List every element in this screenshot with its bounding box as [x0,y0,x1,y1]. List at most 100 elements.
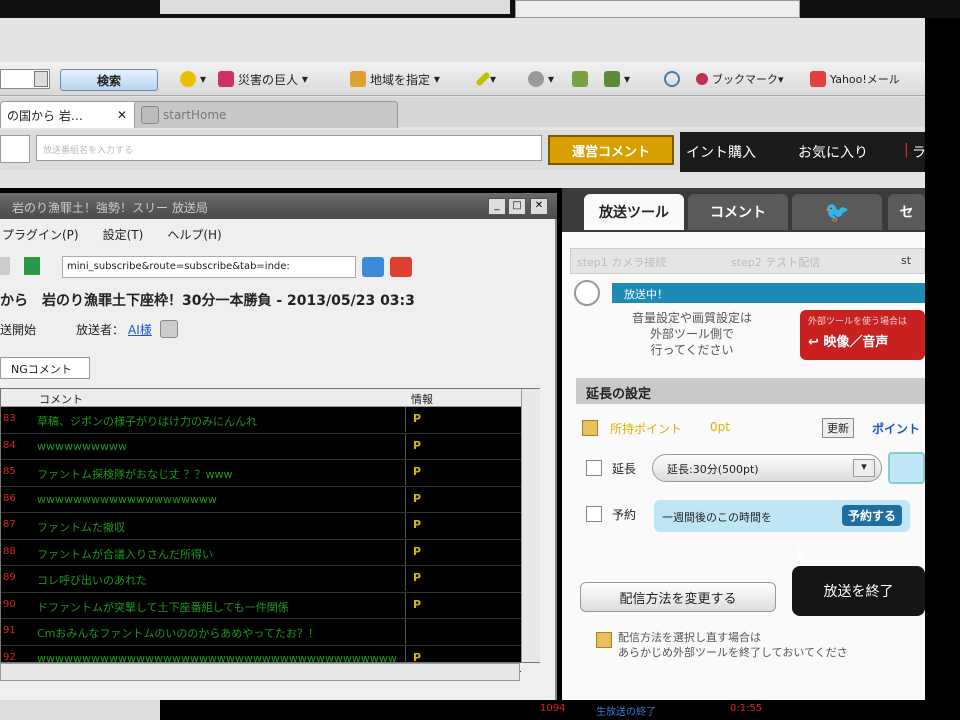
go-icon[interactable] [24,257,40,275]
tab-settings[interactable]: セ [888,194,925,230]
toolbar-tool-c[interactable]: ▾ [604,69,630,89]
column-info[interactable]: 情報 [411,391,433,407]
pen-icon [475,71,491,87]
toolbar-weather[interactable]: ▾ [180,69,206,89]
toolbar-tool-b[interactable] [572,69,592,89]
warning-icon [596,632,612,648]
buy-points-link[interactable]: イント購入 [686,142,756,162]
row-comment: ファントム探検隊がおなじ丈 ？？www [37,468,233,481]
people-icon [528,71,544,87]
row-number: 91 [3,625,16,636]
favorites-link[interactable]: お気に入り [798,142,868,162]
table-row[interactable]: 86 wwwwwwwwwwwwwwwwwwww P [1,486,521,513]
nav-button[interactable] [0,257,10,275]
reserve-checkbox[interactable] [586,506,602,522]
tab-starthome[interactable]: startHome [134,101,398,128]
table-row[interactable]: 83 草稿、ジボンの様子がりはけ力のみにんんれ P [1,407,521,434]
table-row[interactable]: 85 ファントム探検隊がおなじ丈 ？？www P [1,460,521,487]
nav-more-label[interactable]: ラ [912,142,926,162]
viewer-url-input[interactable]: mini_subscribe&route=subscribe&tab=inde: [62,256,356,278]
recycle-icon [572,71,588,87]
table-row[interactable]: 91 Cmおみんなファントムのいののからあめやってたお？！ [1,619,521,646]
extend-apply-button[interactable] [888,452,925,484]
vertical-scrollbar[interactable] [521,389,540,662]
toolbar-region[interactable]: 地域を指定 ▾ [350,69,440,89]
mail-icon [810,71,826,87]
bookmark-menu[interactable]: ブックマーク ▾ [696,69,784,89]
search-button-label: 検索 [96,73,121,88]
method-footnote: 配信方法を選択し直す場合は あらかじめ外部ツールを終了しておいてくださ [618,630,949,670]
menu-settings[interactable]: 設定(T) [103,226,144,243]
column-comment[interactable]: コメント [39,391,83,407]
point-link[interactable]: ポイント [872,420,920,437]
change-method-button[interactable]: 配信方法を変更する [580,582,776,612]
close-button[interactable]: ✕ [530,198,548,215]
highlighter-tool[interactable]: ▾ [475,69,496,89]
broadcast-start: 送開始 [0,322,37,337]
row-info: P [413,597,422,611]
reserve-button[interactable]: 予約する [841,505,902,526]
bottom-window [0,700,160,720]
step-camera[interactable]: step1 カメラ接続 [577,254,666,270]
refresh-button[interactable] [664,69,684,89]
extend-checkbox[interactable] [586,460,602,476]
tab-broadcast-label: 放送ツール [599,205,669,221]
row-number: 92 [3,651,16,663]
row-comment: ドファントムが突撃して土下座番組しても一件関係 [37,600,289,614]
table-row[interactable]: 89 コレ呼び出いのあれた P [1,566,521,593]
comment-input[interactable]: 放送番組名を入力する [36,135,542,161]
search-dropdown-button[interactable] [34,71,48,87]
external-av-button[interactable]: 外部ツールを使う場合は ↩ 映像／音声 [800,310,925,360]
site-nav: イント購入 お気に入り | ラ [680,132,926,172]
end-broadcast-button[interactable]: 放送を終了 [792,566,925,616]
onair-mascot-icon [574,280,600,306]
step-test[interactable]: step2 テスト配信 [731,254,820,270]
tab-comment[interactable]: コメント [688,194,788,230]
points-value: 0pt [710,420,730,434]
table-row[interactable]: 87 ファントムた撤収 P [1,513,521,540]
extension-section-title: 延長の設定 [576,378,925,404]
row-info: P [413,438,422,452]
menu-help[interactable]: ヘルプ(H) [167,226,221,243]
twitter-bird-icon: 🐦 [824,200,850,224]
viewer-title: 岩のり漁罪土！強勢！スリー 放送局 [12,201,208,215]
tab-active[interactable]: の国から 岩… ✕ [0,101,146,128]
search-button[interactable]: 検索 [60,69,158,91]
disaster-icon [218,71,234,87]
tab-broadcast-tool[interactable]: 放送ツール [584,194,684,230]
refresh-icon [664,71,680,87]
row-divider [405,407,406,432]
setup-steps: step1 カメラ接続 step2 テスト配信 st [570,248,925,274]
table-row[interactable]: 84 wwwwwwwwww P [1,433,521,460]
step-next[interactable]: st [901,254,911,267]
row-number: 89 [3,572,16,583]
table-row[interactable]: 88 ファントムが合議入りさんだ所得い P [1,539,521,566]
extend-select[interactable]: 延長:30分(500pt) ▾ [652,454,882,482]
viewer-titlebar: 岩のり漁罪土！強勢！スリー 放送局 _ □ ✕ [0,193,557,219]
tab-comment-label: コメント [710,205,766,221]
row-comment: コレ呼び出いのあれた [37,574,147,587]
minimize-button[interactable]: _ [488,198,506,215]
row-info: P [413,544,422,558]
ng-comment-tab[interactable]: NGコメント [0,357,90,379]
nav-more-link[interactable]: | [904,142,909,158]
table-row[interactable]: 90 ドファントムが突撃して土下座番組しても一件関係 P [1,592,521,619]
row-divider [405,460,406,485]
update-button[interactable]: 更新 [822,418,854,438]
operator-comment-button[interactable]: 運営コメント [548,135,674,165]
toolbar-tool-a[interactable]: ▾ [528,69,554,89]
menu-plugin[interactable]: プラグイン(P) [2,226,79,243]
tab-label: の国から 岩… [7,108,83,123]
tab-twitter[interactable]: 🐦 [792,194,882,230]
row-comment: ファントムた撤収 [37,521,125,534]
address-left-field[interactable] [0,135,30,163]
maximize-button[interactable]: □ [508,198,526,215]
stop-icon[interactable] [390,257,412,277]
reserve-text: 一週間後のこの時間を [662,511,772,524]
broadcaster-link[interactable]: AI様 [128,321,152,338]
close-icon[interactable]: ✕ [117,108,127,122]
toolbar-disaster[interactable]: 災害の巨人 ▾ [218,69,308,89]
yahoo-mail-link[interactable]: Yahoo!メール [810,69,900,89]
horizontal-scrollbar[interactable] [0,663,520,681]
download-icon[interactable] [362,257,384,277]
